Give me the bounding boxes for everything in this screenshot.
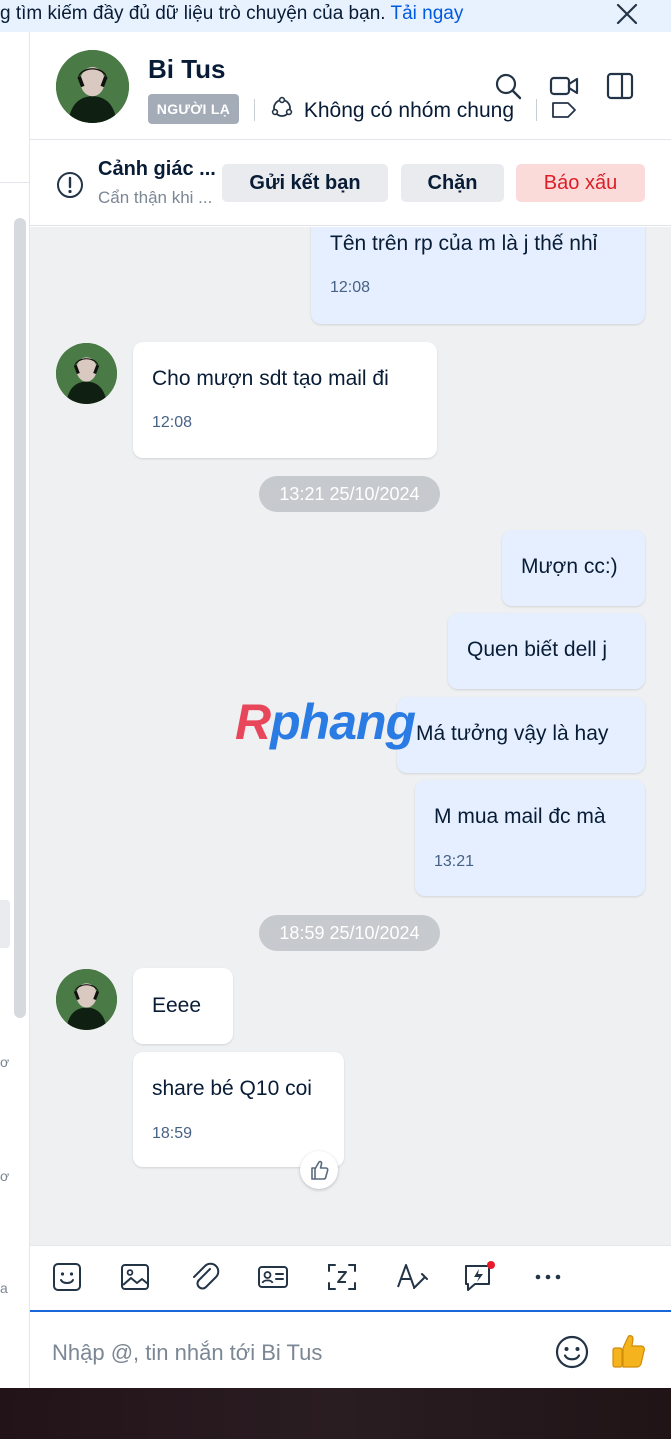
message-text: Tên trên rp của m là j thế nhỉ — [330, 232, 598, 255]
message-text: Mượn cc:) — [521, 555, 618, 578]
list-divider — [0, 182, 30, 183]
message-list[interactable]: Tên trên rp của m là j thế nhỉ 12:08 Cho… — [30, 227, 671, 1245]
list-text-fragment: a — [0, 1280, 8, 1296]
more-icon[interactable] — [531, 1260, 565, 1294]
warning-subtitle: Cẩn thận khi ... — [98, 188, 213, 207]
block-button[interactable]: Chặn — [401, 164, 504, 202]
header-divider — [536, 99, 537, 121]
message-time: 12:08 — [152, 414, 193, 431]
sender-avatar[interactable] — [56, 343, 117, 404]
incoming-message[interactable]: Eeee — [133, 968, 233, 1044]
like-icon[interactable] — [610, 1332, 646, 1370]
message-text: M mua mail đc mà — [434, 805, 606, 828]
add-friend-button[interactable]: Gửi kết bạn — [222, 164, 388, 202]
incoming-message[interactable]: Cho mượn sdt tạo mail đi 12:08 — [133, 342, 437, 458]
warning-icon — [56, 171, 84, 199]
video-call-icon[interactable] — [548, 70, 580, 102]
date-separator: 18:59 25/10/2024 — [259, 915, 440, 951]
group-icon — [270, 96, 304, 122]
download-banner: g tìm kiếm đầy đủ dữ liệu trò chuyện của… — [0, 0, 671, 32]
message-time: 12:08 — [330, 279, 371, 296]
selected-conversation-marker[interactable] — [0, 900, 10, 948]
banner-text: g tìm kiếm đầy đủ dữ liệu trò chuyện của… — [0, 3, 463, 25]
sidebar-toggle-icon[interactable] — [604, 70, 636, 102]
chat-header: Bi Tus NGƯỜI LẠ Không có nhóm chung — [30, 32, 671, 140]
message-text: Eeee — [152, 994, 202, 1017]
warning-title: Cảnh giác ... — [98, 158, 216, 180]
sender-avatar[interactable] — [56, 969, 117, 1030]
message-input[interactable]: Nhập @, tin nhắn tới Bi Tus — [52, 1340, 322, 1366]
composer-toolbar — [30, 1245, 671, 1310]
outgoing-message[interactable]: Mượn cc:) — [502, 530, 645, 606]
close-icon[interactable] — [611, 0, 641, 30]
common-groups-info[interactable]: Không có nhóm chung — [270, 96, 514, 123]
taskbar-strip — [0, 1388, 671, 1439]
message-time: 18:59 — [152, 1125, 193, 1142]
stranger-badge: NGƯỜI LẠ — [148, 94, 239, 124]
outgoing-message[interactable]: Má tưởng vậy là hay — [397, 697, 645, 773]
report-button[interactable]: Báo xấu — [516, 164, 645, 202]
quick-message-icon[interactable] — [462, 1260, 496, 1294]
download-link[interactable]: Tải ngay — [390, 3, 463, 24]
sticker-icon[interactable] — [50, 1260, 84, 1294]
common-groups-label: Không có nhóm chung — [303, 99, 514, 122]
date-separator: 13:21 25/10/2024 — [259, 476, 440, 512]
message-input-area[interactable]: Nhập @, tin nhắn tới Bi Tus — [30, 1310, 671, 1388]
watermark-logo: Rphang — [235, 694, 416, 750]
text-format-icon[interactable] — [394, 1260, 428, 1294]
conversation-list-edge: ơ ơ a — [0, 32, 30, 1388]
image-icon[interactable] — [118, 1260, 152, 1294]
screenshot-icon[interactable] — [325, 1260, 359, 1294]
message-text: Má tưởng vậy là hay — [416, 722, 609, 745]
outgoing-message[interactable]: Quen biết dell j — [448, 613, 645, 689]
emoji-icon[interactable] — [554, 1334, 590, 1370]
attachment-icon[interactable] — [187, 1260, 221, 1294]
header-divider — [254, 99, 255, 121]
reaction-like-icon[interactable] — [300, 1151, 338, 1189]
message-time: 13:21 — [434, 853, 475, 870]
banner-message: g tìm kiếm đầy đủ dữ liệu trò chuyện của… — [0, 3, 386, 24]
message-text: Quen biết dell j — [467, 638, 608, 661]
message-text: share bé Q10 coi — [152, 1077, 312, 1100]
search-icon[interactable] — [492, 70, 524, 102]
contact-card-icon[interactable] — [256, 1260, 290, 1294]
incoming-message[interactable]: share bé Q10 coi 18:59 — [133, 1052, 344, 1167]
list-scrollbar[interactable] — [14, 218, 26, 1018]
contact-name[interactable]: Bi Tus — [148, 54, 226, 85]
stranger-warning-bar: Cảnh giác ... Cẩn thận khi ... Gửi kết b… — [30, 140, 671, 226]
list-text-fragment: ơ — [0, 1168, 10, 1184]
list-text-fragment: ơ — [0, 1054, 10, 1070]
contact-avatar[interactable] — [56, 50, 129, 123]
outgoing-message[interactable]: M mua mail đc mà 13:21 — [415, 780, 645, 896]
outgoing-message[interactable]: Tên trên rp của m là j thế nhỉ 12:08 — [311, 227, 645, 324]
message-text: Cho mượn sdt tạo mail đi — [152, 367, 389, 390]
